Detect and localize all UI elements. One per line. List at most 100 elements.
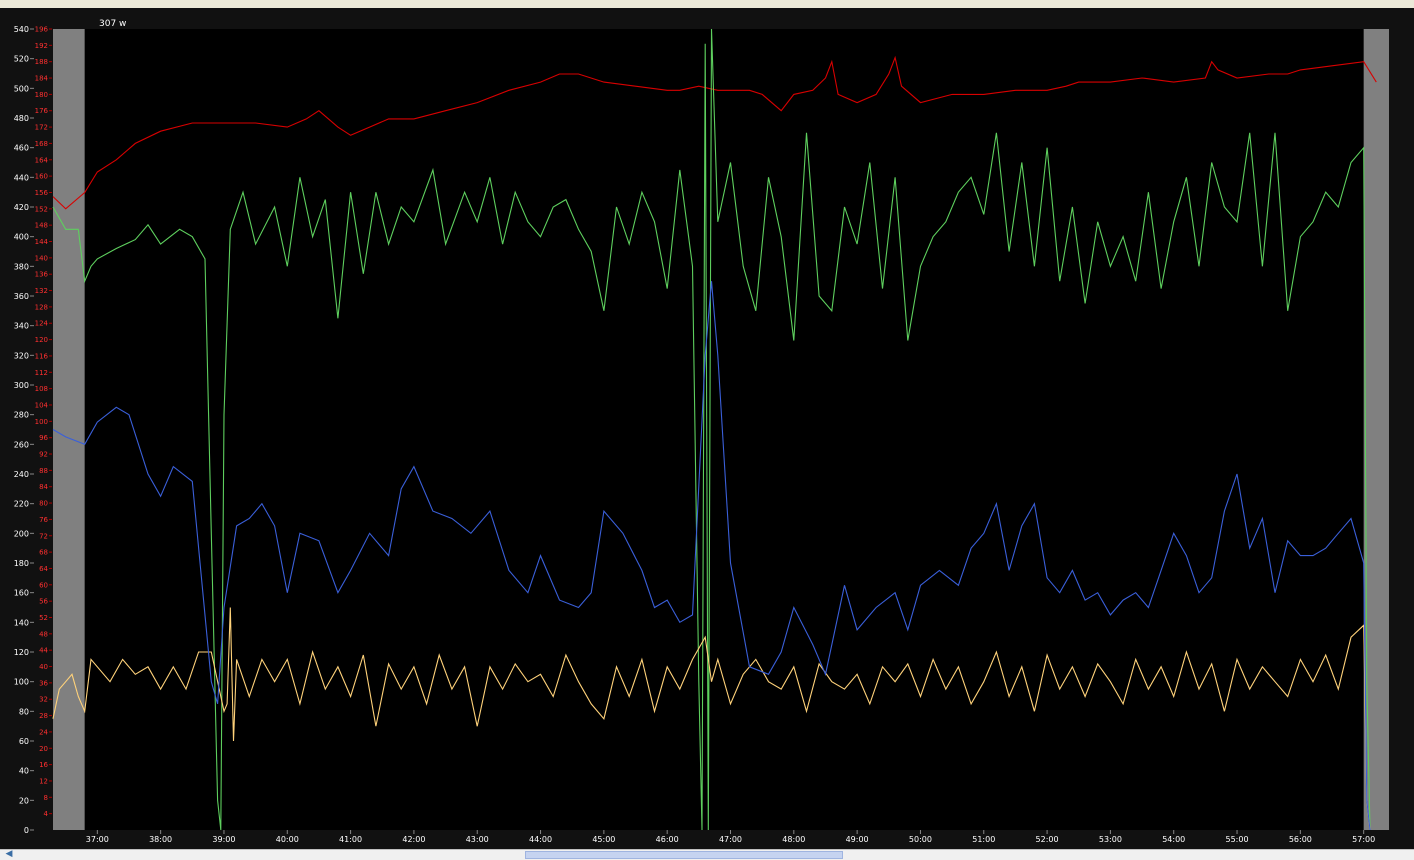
right-axis-tick-label: 168 xyxy=(35,140,48,148)
right-axis-tick-label: 172 xyxy=(35,124,48,132)
left-axis-tick-label: 340 xyxy=(14,322,29,331)
right-axis-tick-label: 152 xyxy=(35,205,48,213)
time-axis-tick-label: 49:00 xyxy=(846,835,869,844)
right-axis-tick-label: 64 xyxy=(39,565,48,573)
right-axis-tick-label: 16 xyxy=(39,761,48,769)
left-axis-tick-label: 480 xyxy=(14,114,29,123)
right-axis-tick-label: 60 xyxy=(39,581,48,589)
time-axis-tick-label: 47:00 xyxy=(719,835,742,844)
right-axis-tick-label: 132 xyxy=(35,287,48,295)
right-axis-tick-label: 140 xyxy=(35,254,48,262)
left-axis-tick-label: 440 xyxy=(14,173,29,182)
right-axis-tick-label: 88 xyxy=(39,467,48,475)
right-axis-tick-label: 24 xyxy=(39,728,48,736)
right-axis-tick-label: 72 xyxy=(39,532,48,540)
left-axis-tick-label: 40 xyxy=(19,767,29,776)
left-axis-tick-label: 240 xyxy=(14,470,29,479)
time-axis-tick-label: 46:00 xyxy=(656,835,679,844)
scroll-left-arrow-icon[interactable]: ◀ xyxy=(4,850,14,859)
right-axis-tick-label: 120 xyxy=(35,336,48,344)
left-axis-tick-label: 100 xyxy=(14,678,29,687)
right-axis-tick-label: 136 xyxy=(35,271,49,279)
left-axis-tick-label: 0 xyxy=(24,826,29,835)
left-axis-tick-label: 460 xyxy=(14,144,29,153)
time-axis-tick-label: 44:00 xyxy=(529,835,552,844)
time-axis-tick-label: 56:00 xyxy=(1289,835,1312,844)
left-axis-tick-label: 280 xyxy=(14,411,29,420)
time-axis-tick-label: 43:00 xyxy=(466,835,489,844)
time-axis-tick-label: 55:00 xyxy=(1226,835,1249,844)
right-axis-tick-label: 116 xyxy=(35,352,49,360)
plot-area xyxy=(53,29,1389,830)
right-axis-tick-label: 44 xyxy=(39,647,48,655)
right-axis-tick-label: 96 xyxy=(39,434,48,442)
right-axis-tick-label: 184 xyxy=(35,75,49,83)
left-axis-tick-label: 360 xyxy=(14,292,29,301)
right-axis-tick-label: 52 xyxy=(39,614,48,622)
time-axis-tick-label: 38:00 xyxy=(149,835,172,844)
right-axis-tick-label: 8 xyxy=(44,794,48,802)
right-axis-tick-label: 20 xyxy=(39,745,48,753)
left-axis-tick-label: 200 xyxy=(14,529,29,538)
ride-chart: 0 20 40 60 80 100 120 140 160 180 200 220 240 260 280 3… xyxy=(0,8,1414,849)
right-axis-tick-label: 32 xyxy=(39,696,48,704)
time-axis-tick-label: 48:00 xyxy=(782,835,805,844)
time-axis-tick-label: 51:00 xyxy=(972,835,995,844)
right-axis-tick-label: 188 xyxy=(35,58,48,66)
left-axis-tick-label: 400 xyxy=(14,233,29,242)
right-axis-tick-label: 164 xyxy=(35,156,49,164)
right-axis-tick-label: 128 xyxy=(35,303,48,311)
time-axis-tick-label: 39:00 xyxy=(212,835,235,844)
right-axis-tick-label: 84 xyxy=(39,483,48,491)
scrollbar-thumb[interactable] xyxy=(525,851,843,859)
right-axis-tick-label: 148 xyxy=(35,222,48,230)
left-axis-tick-label: 20 xyxy=(19,796,29,805)
left-axis-tick-label: 420 xyxy=(14,203,29,212)
left-axis-tick-label: 260 xyxy=(14,440,29,449)
right-axis-tick-label: 180 xyxy=(35,91,48,99)
left-axis-tick-label: 320 xyxy=(14,351,29,360)
right-axis-tick-label: 156 xyxy=(35,189,49,197)
right-axis-tick-label: 92 xyxy=(39,451,48,459)
right-axis-tick-label: 176 xyxy=(35,107,49,115)
right-axis-tick-label: 56 xyxy=(39,598,48,606)
horizontal-scrollbar[interactable]: ◀ xyxy=(0,849,1414,860)
right-axis-tick-label: 104 xyxy=(35,401,49,409)
time-axis-tick-label: 57:00 xyxy=(1352,835,1375,844)
left-axis-tick-label: 500 xyxy=(14,84,29,93)
time-axis-tick-label: 53:00 xyxy=(1099,835,1122,844)
time-axis-tick-label: 50:00 xyxy=(909,835,932,844)
left-axis-tick-label: 220 xyxy=(14,500,29,509)
right-axis-tick-label: 36 xyxy=(39,679,48,687)
right-axis-tick-label: 48 xyxy=(39,630,48,638)
right-axis-tick-label: 112 xyxy=(35,369,48,377)
right-axis-tick-label: 144 xyxy=(35,238,49,246)
right-axis-tick-label: 100 xyxy=(35,418,48,426)
left-axis-tick-label: 160 xyxy=(14,589,29,598)
right-axis-tick-label: 196 xyxy=(35,26,49,34)
inactive-band-left xyxy=(53,29,85,830)
left-axis-tick-label: 60 xyxy=(19,737,29,746)
left-axis-tick-label: 520 xyxy=(14,55,29,64)
right-axis-tick-label: 12 xyxy=(39,777,48,785)
right-axis-tick-label: 28 xyxy=(39,712,48,720)
time-axis-tick-label: 37:00 xyxy=(86,835,109,844)
time-axis-tick-label: 54:00 xyxy=(1162,835,1185,844)
right-axis-tick-label: 4 xyxy=(44,810,49,818)
left-axis-tick-label: 380 xyxy=(14,262,29,271)
time-axis-tick-label: 41:00 xyxy=(339,835,362,844)
right-axis-tick-label: 192 xyxy=(35,42,48,50)
time-axis-tick-label: 52:00 xyxy=(1036,835,1059,844)
left-axis-tick-label: 140 xyxy=(14,618,29,627)
right-axis-tick-label: 80 xyxy=(39,500,48,508)
time-axis-tick-label: 40:00 xyxy=(276,835,299,844)
left-axis-tick-label: 300 xyxy=(14,381,29,390)
power-readout: 307 w xyxy=(99,19,126,29)
left-axis-tick-label: 540 xyxy=(14,25,29,34)
time-axis-tick-label: 45:00 xyxy=(592,835,615,844)
right-axis-tick-label: 40 xyxy=(39,663,48,671)
right-axis-tick-label: 108 xyxy=(35,385,48,393)
time-axis-tick-label: 42:00 xyxy=(402,835,425,844)
left-axis-tick-label: 120 xyxy=(14,648,29,657)
right-axis-tick-label: 76 xyxy=(39,516,48,524)
